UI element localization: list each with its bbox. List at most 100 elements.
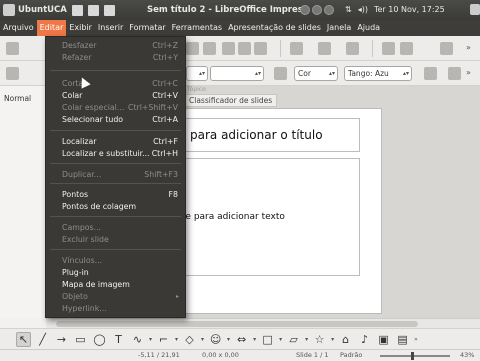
menu-item-selecionar-tudo[interactable]: Selecionar tudo — [62, 115, 123, 124]
shadow-icon[interactable] — [424, 67, 437, 80]
from-file-icon[interactable]: ▣ — [376, 333, 391, 346]
arrow-style-combo[interactable]: ▴▾ — [186, 66, 208, 81]
menu-arquivo[interactable]: Arquivo — [0, 20, 37, 36]
autospell-icon[interactable] — [203, 42, 216, 55]
rectangle-icon[interactable]: ▭ — [73, 333, 88, 346]
dropdown-arrow-icon[interactable]: ▾ — [305, 336, 308, 343]
gradient-combo[interactable]: Tango: Azu ▴▾ — [344, 66, 412, 81]
basic-shapes-icon[interactable]: ◇ — [182, 333, 197, 346]
menu-item-pontos-colagem[interactable]: Pontos de colagem — [62, 202, 136, 211]
ellipse-icon[interactable]: ◯ — [92, 333, 107, 346]
horizontal-scrollbar[interactable] — [46, 318, 480, 328]
shortcut-colar: Ctrl+V — [152, 91, 178, 100]
extrusion-icon[interactable]: ▤ — [395, 333, 410, 346]
menu-formatar[interactable]: Formatar — [126, 20, 168, 36]
points-icon[interactable]: ⌂ — [338, 333, 353, 346]
copy-icon[interactable] — [238, 42, 251, 55]
shortcut-localizar-substituir: Ctrl+H — [151, 149, 178, 158]
scrollbar-thumb[interactable] — [56, 321, 418, 327]
line-arrow-icon[interactable]: → — [54, 333, 69, 346]
line-width-combo[interactable]: ▴▾ — [210, 66, 264, 81]
block-arrows-icon[interactable]: ⇔ — [234, 333, 249, 346]
line-style-icon[interactable] — [6, 67, 19, 80]
menu-item-vinculos[interactable]: Vínculos... — [62, 256, 102, 265]
menu-item-hyperlink[interactable]: Hyperlink... — [62, 304, 107, 313]
undo-icon[interactable] — [318, 42, 331, 55]
menu-item-colar[interactable]: Colar — [62, 91, 82, 100]
menu-item-campos[interactable]: Campos... — [62, 223, 101, 232]
minimize-button[interactable] — [300, 5, 310, 15]
spreadsheet-icon[interactable] — [103, 4, 115, 16]
cut-icon[interactable] — [222, 42, 235, 55]
fontwork-icon[interactable]: ♪ — [357, 333, 372, 346]
document-icon[interactable] — [87, 4, 99, 16]
table-icon[interactable] — [400, 42, 413, 55]
area-style-icon[interactable] — [274, 67, 287, 80]
shortcut-colar-especial: Ctrl+Shift+V — [128, 103, 178, 112]
dropdown-arrow-icon[interactable]: ▾ — [253, 336, 256, 343]
fill-color-combo[interactable]: Cor ▴▾ — [294, 66, 338, 81]
menu-item-localizar[interactable]: Localizar — [62, 137, 96, 146]
menu-item-desfazer[interactable]: Desfazer — [62, 41, 96, 50]
menu-editar[interactable]: Editar — [36, 20, 67, 36]
menu-inserir[interactable]: Inserir — [95, 20, 126, 36]
toolbar-overflow-icon[interactable]: » — [466, 43, 471, 52]
files-icon[interactable] — [71, 4, 83, 16]
tab-outline[interactable]: Tópico — [187, 86, 206, 93]
datetime-label[interactable]: Ter 10 Nov, 17:25 — [374, 5, 445, 14]
content-placeholder-text[interactable]: que para adicionar texto — [174, 212, 285, 222]
close-button[interactable] — [324, 5, 334, 15]
menu-janela[interactable]: Janela — [324, 20, 354, 36]
dropdown-arrow-icon[interactable]: ▾ — [175, 336, 178, 343]
tab-normal[interactable]: Normal — [4, 94, 31, 103]
callouts-icon[interactable]: ▱ — [286, 333, 301, 346]
power-icon[interactable] — [470, 4, 480, 15]
menu-apresentacao[interactable]: Apresentação de slides — [225, 20, 324, 36]
zoom-slider-knob[interactable] — [411, 352, 414, 360]
select-arrow-icon[interactable]: ↖ — [16, 331, 31, 347]
symbol-shapes-icon[interactable]: ☺ — [208, 333, 223, 346]
menu-item-colar-especial[interactable]: Colar especial... — [62, 103, 124, 112]
dropdown-arrow-icon[interactable]: ▾ — [201, 336, 204, 343]
title-placeholder-text[interactable]: para adicionar o título — [190, 128, 323, 142]
chart-icon[interactable] — [382, 42, 395, 55]
dropdown-arrow-icon[interactable]: ▾ — [331, 336, 334, 343]
menu-item-duplicar[interactable]: Duplicar... — [62, 170, 101, 179]
menu-item-pontos[interactable]: Pontos — [62, 190, 88, 199]
menu-ajuda[interactable]: Ajuda — [354, 20, 383, 36]
toolbar-overflow-icon[interactable]: » — [414, 336, 418, 343]
layout-name[interactable]: Padrão — [340, 351, 362, 359]
more-icon[interactable] — [440, 42, 453, 55]
menu-item-plug-in[interactable]: Plug-in — [62, 268, 89, 277]
zoom-level[interactable]: 43% — [460, 351, 474, 359]
clone-formatting-icon[interactable] — [290, 42, 303, 55]
volume-icon[interactable]: ◂)) — [358, 5, 368, 14]
paste-icon[interactable] — [254, 42, 267, 55]
text-icon[interactable]: T — [111, 333, 126, 346]
stars-icon[interactable]: ☆ — [312, 333, 327, 346]
menu-item-refazer[interactable]: Refazer — [62, 53, 91, 62]
transparency-icon[interactable] — [448, 67, 461, 80]
redo-icon[interactable] — [346, 42, 359, 55]
curve-icon[interactable]: ∿ — [130, 333, 145, 346]
line-icon[interactable]: ╱ — [35, 333, 50, 346]
menu-exibir[interactable]: Exibir — [66, 20, 95, 36]
menu-item-excluir-slide[interactable]: Excluir slide — [62, 235, 109, 244]
toolbar-overflow-icon[interactable]: » — [466, 68, 471, 77]
zoom-slider[interactable] — [380, 355, 450, 357]
spellcheck-icon[interactable] — [186, 42, 199, 55]
app-menu[interactable]: UbuntUCA — [3, 4, 67, 16]
maximize-button[interactable] — [312, 5, 322, 15]
dropdown-arrow-icon[interactable]: ▾ — [227, 336, 230, 343]
menu-ferramentas[interactable]: Ferramentas — [169, 20, 225, 36]
network-icon[interactable]: ⇅ — [345, 5, 352, 14]
tab-slide-sorter[interactable]: Classificador de slides — [184, 94, 278, 107]
menu-item-mapa-imagem[interactable]: Mapa de imagem — [62, 280, 130, 289]
connector-icon[interactable]: ⌐ — [156, 333, 171, 346]
menu-item-objeto[interactable]: Objeto — [62, 292, 88, 301]
flowchart-icon[interactable]: □ — [260, 333, 275, 346]
dropdown-arrow-icon[interactable]: ▾ — [279, 336, 282, 343]
menu-item-localizar-substituir[interactable]: Localizar e substituir... — [62, 149, 150, 158]
new-document-icon[interactable] — [6, 42, 19, 55]
dropdown-arrow-icon[interactable]: ▾ — [149, 336, 152, 343]
